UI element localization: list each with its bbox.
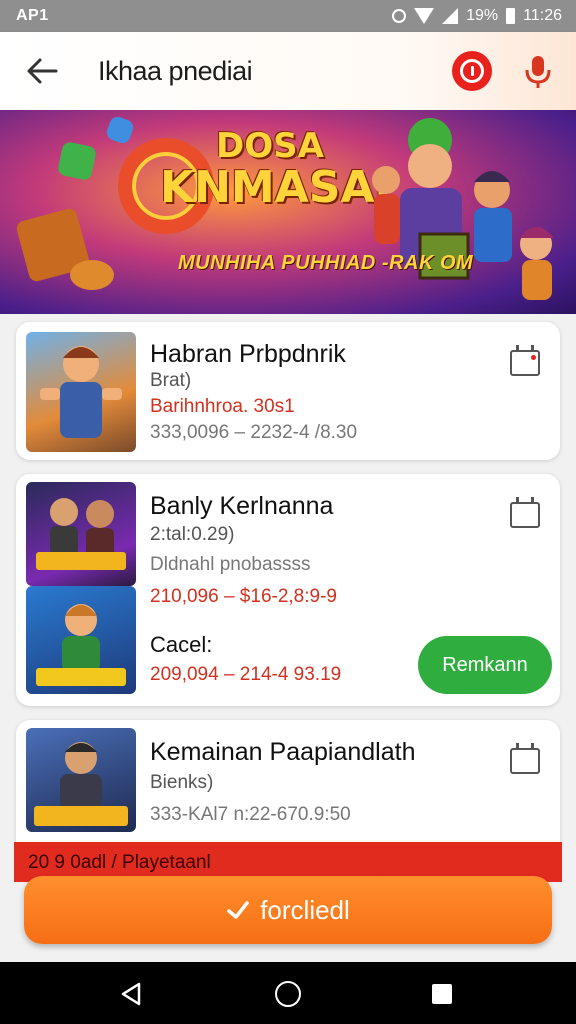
calendar-button[interactable] — [510, 743, 540, 774]
game-cube-icon — [56, 140, 98, 182]
banner-title: DOSA KNMASAI — [160, 126, 391, 213]
item-subtitle: Brat) — [150, 370, 192, 391]
microphone-icon — [525, 56, 551, 88]
app-bar: Ikhaa pnediai — [0, 32, 576, 110]
item-title: Banly Kerlnanna — [150, 492, 334, 520]
system-nav-bar — [0, 962, 576, 1024]
alert-icon — [460, 59, 484, 83]
banner-title-line1: DOSA — [216, 126, 324, 166]
characters-illustration — [372, 118, 554, 300]
item-subtitle: Bienks) — [150, 772, 214, 793]
item-subtitle: 2:tal:0.29) — [150, 524, 235, 545]
microphone-button[interactable] — [520, 52, 556, 92]
check-icon — [227, 901, 249, 919]
list-item[interactable]: Banly Kerlnanna 2:tal:0.29) Dldnahl pnob… — [16, 474, 560, 706]
item-title: Kemainan Paapiandlath — [150, 738, 416, 766]
carrier-label: AP1 — [16, 7, 49, 24]
calendar-button[interactable] — [510, 497, 540, 528]
promo-banner[interactable]: DOSA KNMASAI MUNHIHA PUHHIAD -RAK OM — [0, 110, 576, 314]
list-item[interactable]: Habran Prbpdnrik Brat) Barihnhroa. 30s1 … — [16, 322, 560, 460]
game-cube-icon — [104, 114, 136, 146]
nav-recent-icon[interactable] — [432, 984, 452, 1004]
status-bar: AP1 19% 11:26 — [0, 0, 576, 32]
back-button[interactable] — [22, 54, 62, 88]
nav-home-icon[interactable] — [275, 981, 301, 1007]
page-title: Ikhaa pnediai — [98, 56, 253, 86]
action-button[interactable]: Remkann — [418, 636, 552, 694]
item-price: 333-KAl7 n:22-670.9:50 — [150, 804, 351, 825]
signal-icon — [442, 8, 459, 24]
battery-percent: 19% — [466, 7, 499, 24]
banner-subtitle: MUNHIHA PUHHIAD -RAK OM — [178, 252, 474, 274]
calendar-button[interactable] — [510, 345, 540, 376]
status-icons: 19% 11:26 — [392, 7, 562, 25]
game-thumbnail — [26, 728, 136, 832]
game-cube-icon — [70, 260, 114, 290]
banner-title-line2: KNMASAI — [160, 162, 391, 213]
game-thumbnail — [26, 482, 136, 586]
game-thumbnail — [26, 586, 136, 694]
nav-back-icon[interactable] — [120, 982, 142, 1006]
calendar-icon — [531, 355, 536, 360]
item-price: 333,0096 – 2232-4 /8.30 — [150, 422, 358, 443]
back-arrow-icon — [27, 58, 58, 84]
item-price: 209,094 – 214-4 93.19 — [150, 664, 342, 685]
item-description: Dldnahl pnobassss — [150, 554, 311, 575]
primary-action-button[interactable]: forcliedl — [24, 876, 552, 944]
item-highlight: Barihnhroa. 30s1 — [150, 396, 295, 417]
wifi-icon — [414, 8, 435, 24]
clock: 11:26 — [523, 7, 562, 24]
alert-button[interactable] — [452, 51, 492, 91]
alarm-icon — [392, 9, 407, 23]
item-price: 210,096 – $16-2,8:9-9 — [150, 586, 337, 607]
battery-icon — [506, 8, 516, 24]
item-label: Cacel: — [150, 632, 213, 657]
game-thumbnail — [26, 332, 136, 452]
item-title: Habran Prbpdnrik — [150, 340, 346, 368]
primary-action-label: forcliedl — [260, 894, 350, 925]
